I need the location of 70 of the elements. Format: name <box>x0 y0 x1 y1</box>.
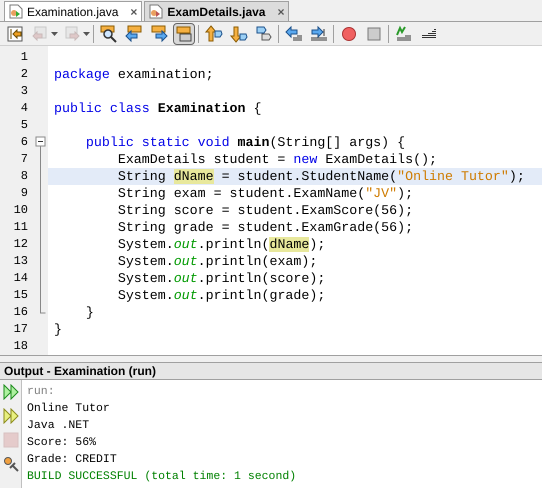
line-number: 10 <box>14 203 28 217</box>
line-number: 3 <box>20 84 28 98</box>
line-number: 7 <box>20 152 28 166</box>
record-icon <box>340 24 358 42</box>
comment-lines-icon <box>395 24 413 42</box>
file-tab[interactable]: Examination.java × <box>4 1 142 21</box>
line-number: 18 <box>14 339 28 353</box>
line-number: 12 <box>14 237 28 251</box>
code-line: System.out.println(exam); <box>116 253 318 270</box>
line-number: 16 <box>14 305 28 319</box>
output-title: Output - Examination (run) <box>4 363 156 380</box>
left-arrow-icon <box>31 24 49 42</box>
toolbar-button[interactable] <box>173 22 195 44</box>
highlight-icon <box>175 24 193 42</box>
java-file-icon <box>149 4 164 19</box>
search-icon <box>100 24 118 42</box>
line-number: 8 <box>20 169 28 183</box>
code-line: } <box>84 304 95 321</box>
down-arrow-icon <box>230 24 248 42</box>
shift-right-icon <box>310 24 328 42</box>
code-line: } <box>53 321 63 338</box>
double-arrow-icon[interactable] <box>2 384 18 400</box>
code-line: String exam = student.ExamName("JV"); <box>116 185 414 202</box>
right-arrow-icon <box>63 24 81 42</box>
code-line: String grade = student.ExamGrade(56); <box>116 219 414 236</box>
caret-icon[interactable] <box>83 32 90 36</box>
up-arrow-icon <box>205 24 223 42</box>
caret-icon[interactable] <box>51 32 58 36</box>
code-line: System.out.println(score); <box>116 270 326 287</box>
right-arrow-icon <box>150 24 168 42</box>
double-arrow-icon[interactable] <box>2 408 18 424</box>
code-line: String dName = student.StudentName("Online Tutor"); <box>116 168 526 185</box>
code-line: public class Examination { <box>53 100 262 117</box>
line-number: 2 <box>20 67 28 81</box>
stop-icon <box>365 24 383 42</box>
code-line: String score = student.ExamScore(56); <box>116 202 414 219</box>
line-number: 11 <box>14 220 28 234</box>
code-line: public static void main(String[] args) { <box>84 134 406 151</box>
toolbar-button[interactable] <box>203 22 225 44</box>
output-line: Java .NET <box>27 419 90 432</box>
code-line: System.out.println(grade); <box>116 287 326 304</box>
line-number: 1 <box>20 50 28 64</box>
tab-label: ExamDetails.java <box>167 4 266 20</box>
java-file-icon <box>9 4 23 19</box>
output-line: run: <box>27 385 55 398</box>
code-line: System.out.println(dName); <box>116 236 326 253</box>
left-arrow-icon <box>125 24 143 42</box>
close-button[interactable]: × <box>130 6 138 18</box>
output-line: Online Tutor <box>27 402 110 415</box>
code-line: package examination; <box>53 66 215 83</box>
tab-label: Examination.java <box>27 4 118 20</box>
line-number: 13 <box>14 254 28 268</box>
collapse-icon[interactable] <box>34 134 46 151</box>
output-line: BUILD SUCCESSFUL (total time: 1 second) <box>27 470 296 483</box>
line-number: 17 <box>14 322 28 336</box>
output-line: Score: 56% <box>27 436 96 449</box>
file-tab[interactable]: ExamDetails.java × <box>144 1 290 21</box>
lines-icon <box>422 29 436 38</box>
line-number: 6 <box>20 135 28 149</box>
line-number: 9 <box>20 186 28 200</box>
line-number: 5 <box>20 118 28 132</box>
close-button[interactable]: × <box>277 6 284 18</box>
shift-left-icon <box>285 24 303 42</box>
output-line: Grade: CREDIT <box>27 453 117 466</box>
tag-icon <box>255 24 273 42</box>
code-line: ExamDetails student = new ExamDetails(); <box>116 151 438 168</box>
tools-icon[interactable] <box>2 456 18 472</box>
line-number: 4 <box>20 101 28 115</box>
line-number: 15 <box>14 288 28 302</box>
line-number: 14 <box>14 271 28 285</box>
